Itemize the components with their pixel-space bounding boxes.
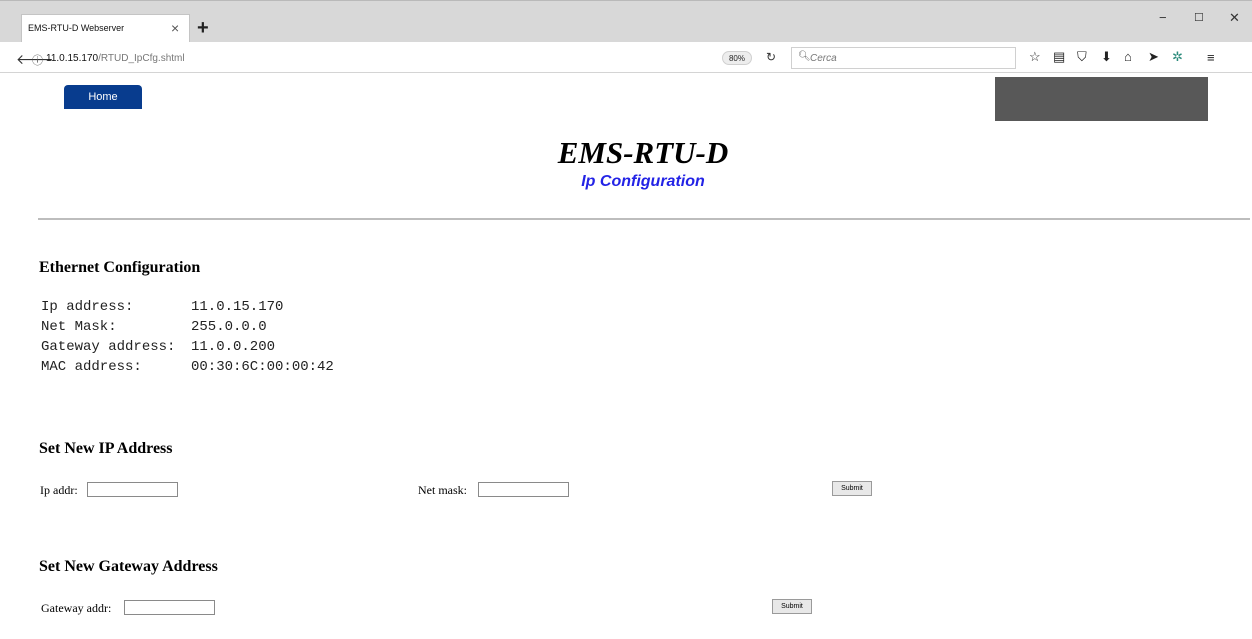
page-title: EMS-RTU-D [557,135,729,170]
page-subtitle: Ip Configuration [581,173,705,190]
divider [38,218,1250,220]
gateway-addr-input[interactable] [124,600,215,615]
home-icon[interactable]: ⌂ [1124,49,1132,64]
reading-list-icon[interactable]: ▤ [1053,49,1065,65]
download-icon[interactable]: ⬇ [1101,49,1112,65]
search-box[interactable]: 🔍︎ [791,47,1016,69]
gray-banner-box [995,77,1208,121]
home-nav-tab[interactable]: Home [64,85,142,109]
address-bar[interactable]: 11.0.15.170/RTUD_IpCfg.shtml [46,53,185,64]
window-maximize-icon[interactable]: ☐ [1194,11,1204,24]
window-close-icon[interactable]: ✕ [1229,10,1240,26]
extension-icon[interactable]: ✲ [1172,49,1183,65]
net-mask-input[interactable] [478,482,569,497]
window-minimize-icon[interactable]: − [1159,10,1167,25]
gateway-address-value: 11.0.0.200 [191,339,276,355]
net-mask-input-label: Net mask: [418,483,467,497]
info-icon[interactable]: ⓘ [32,52,43,68]
net-mask-value: 255.0.0.0 [191,319,267,335]
reload-icon[interactable]: ↻ [766,50,776,64]
send-icon[interactable]: ➤ [1148,49,1159,65]
search-icon: 🔍︎ [798,51,811,62]
ethernet-config-heading: Ethernet Configuration [39,259,201,276]
set-ip-heading: Set New IP Address [39,440,173,457]
browser-tab[interactable]: EMS-RTU-D Webserver × [21,14,190,42]
tab-title: EMS-RTU-D Webserver [28,23,125,33]
set-gateway-heading: Set New Gateway Address [39,558,218,575]
mac-address-label: MAC address: [41,359,142,375]
net-mask-label: Net Mask: [41,319,117,335]
menu-icon[interactable]: ≡ [1207,50,1215,65]
gateway-addr-label: Gateway addr: [41,601,112,615]
mac-address-value: 00:30:6C:00:00:42 [191,359,334,375]
ip-addr-input[interactable] [87,482,178,497]
ip-address-label: Ip address: [41,299,134,315]
url-path: /RTUD_IpCfg.shtml [98,53,185,64]
gateway-address-label: Gateway address: [41,339,176,355]
ip-addr-label: Ip addr: [40,483,78,497]
new-tab-icon[interactable]: + [197,18,209,38]
url-host: 11.0.15.170 [46,53,99,64]
ip-address-value: 11.0.15.170 [191,299,284,315]
submit-ip-button[interactable]: Submit [832,481,872,496]
bookmark-star-icon[interactable]: ☆ [1029,49,1041,65]
search-input[interactable] [810,50,1000,66]
tab-close-icon[interactable]: × [171,20,179,36]
zoom-level-badge[interactable]: 80% [722,51,752,65]
submit-gateway-button[interactable]: Submit [772,599,812,614]
pocket-icon[interactable]: ⛉ [1077,49,1087,65]
